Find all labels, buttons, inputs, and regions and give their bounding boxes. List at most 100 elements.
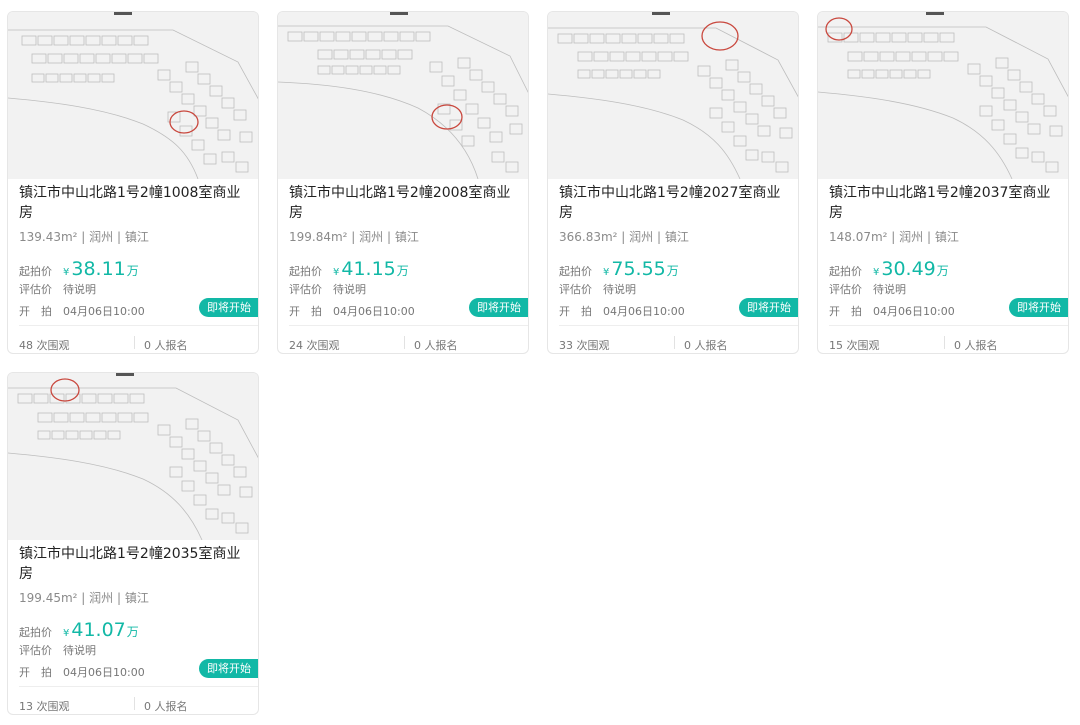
divider	[19, 325, 258, 326]
divider	[559, 325, 798, 326]
appraisal-value: 待说明	[333, 283, 366, 296]
listing-meta: 199.84m² | 润州 | 镇江	[289, 230, 419, 244]
auction-time-row: 开 拍 04月06日10:00	[829, 303, 955, 319]
status-badge[interactable]: 即将开始	[469, 298, 528, 317]
starting-price-value: 38.11	[71, 258, 126, 280]
listing-meta: 366.83m² | 润州 | 镇江	[559, 230, 689, 244]
signup-count: 0 人报名	[144, 339, 188, 352]
price-unit: 万	[126, 625, 139, 639]
starting-price-row: 起拍价 ¥30.49万	[829, 258, 949, 280]
appraisal-label: 评估价	[559, 283, 592, 296]
listing-title[interactable]: 镇江市中山北路1号2幢2027室商业房	[559, 183, 791, 223]
appraisal-value: 待说明	[873, 283, 906, 296]
listing-card[interactable]: 镇江市中山北路1号2幢2027室商业房 366.83m² | 润州 | 镇江 起…	[547, 11, 799, 354]
currency-symbol: ¥	[873, 267, 880, 278]
auction-time-row: 开 拍 04月06日10:00	[19, 303, 145, 319]
listing-card[interactable]: 镇江市中山北路1号2幢1008室商业房 139.43m² | 润州 | 镇江 起…	[7, 11, 259, 354]
currency-symbol: ¥	[63, 628, 70, 639]
floor-plan-image[interactable]	[818, 12, 1068, 179]
view-count: 24 次围观	[289, 339, 340, 352]
status-badge[interactable]: 即将开始	[199, 298, 258, 317]
starting-price-value: 75.55	[611, 258, 666, 280]
view-count: 15 次围观	[829, 339, 880, 352]
starting-price-row: 起拍价 ¥41.07万	[19, 619, 139, 641]
appraisal-row: 评估价 待说明	[829, 281, 906, 297]
card-footer: 24 次围观 0 人报名	[289, 333, 528, 353]
signup-count: 0 人报名	[954, 339, 998, 352]
starting-price-label: 起拍价	[559, 265, 592, 278]
appraisal-label: 评估价	[19, 644, 52, 657]
appraisal-value: 待说明	[63, 644, 96, 657]
auction-time-label: 开 拍	[19, 305, 52, 318]
card-footer: 48 次围观 0 人报名	[19, 333, 258, 353]
footer-separator	[134, 697, 135, 710]
footer-separator	[944, 336, 945, 349]
listing-card[interactable]: 镇江市中山北路1号2幢2008室商业房 199.84m² | 润州 | 镇江 起…	[277, 11, 529, 354]
floor-plan-image[interactable]	[8, 373, 258, 540]
auction-time-value: 04月06日10:00	[333, 305, 415, 318]
starting-price-label: 起拍价	[829, 265, 862, 278]
auction-time-value: 04月06日10:00	[603, 305, 685, 318]
auction-time-label: 开 拍	[559, 305, 592, 318]
floor-plan-drawing	[818, 12, 1068, 179]
floor-plan-image[interactable]	[278, 12, 528, 179]
appraisal-label: 评估价	[19, 283, 52, 296]
appraisal-row: 评估价 待说明	[19, 281, 96, 297]
listing-title[interactable]: 镇江市中山北路1号2幢2037室商业房	[829, 183, 1061, 223]
currency-symbol: ¥	[63, 267, 70, 278]
starting-price-label: 起拍价	[19, 265, 52, 278]
divider	[829, 325, 1068, 326]
signup-count: 0 人报名	[414, 339, 458, 352]
footer-separator	[674, 336, 675, 349]
auction-time-label: 开 拍	[19, 666, 52, 679]
listing-card[interactable]: 镇江市中山北路1号2幢2035室商业房 199.45m² | 润州 | 镇江 起…	[7, 372, 259, 715]
appraisal-value: 待说明	[603, 283, 636, 296]
starting-price-value: 41.07	[71, 619, 126, 641]
listing-meta: 139.43m² | 润州 | 镇江	[19, 230, 149, 244]
signup-count: 0 人报名	[144, 700, 188, 713]
auction-time-row: 开 拍 04月06日10:00	[289, 303, 415, 319]
appraisal-label: 评估价	[829, 283, 862, 296]
starting-price-label: 起拍价	[289, 265, 322, 278]
status-badge[interactable]: 即将开始	[739, 298, 798, 317]
currency-symbol: ¥	[603, 267, 610, 278]
listing-title[interactable]: 镇江市中山北路1号2幢1008室商业房	[19, 183, 251, 223]
status-badge[interactable]: 即将开始	[199, 659, 258, 678]
card-footer: 33 次围观 0 人报名	[559, 333, 798, 353]
floor-plan-drawing	[548, 12, 798, 179]
floor-plan-image[interactable]	[8, 12, 258, 179]
starting-price-label: 起拍价	[19, 626, 52, 639]
starting-price-row: 起拍价 ¥38.11万	[19, 258, 139, 280]
status-badge[interactable]: 即将开始	[1009, 298, 1068, 317]
view-count: 48 次围观	[19, 339, 70, 352]
currency-symbol: ¥	[333, 267, 340, 278]
divider	[19, 686, 258, 687]
appraisal-row: 评估价 待说明	[559, 281, 636, 297]
footer-separator	[134, 336, 135, 349]
view-count: 33 次围观	[559, 339, 610, 352]
listing-card[interactable]: 镇江市中山北路1号2幢2037室商业房 148.07m² | 润州 | 镇江 起…	[817, 11, 1069, 354]
appraisal-row: 评估价 待说明	[19, 642, 96, 658]
listing-meta: 199.45m² | 润州 | 镇江	[19, 591, 149, 605]
appraisal-label: 评估价	[289, 283, 322, 296]
view-count: 13 次围观	[19, 700, 70, 713]
auction-time-label: 开 拍	[289, 305, 322, 318]
auction-time-value: 04月06日10:00	[63, 305, 145, 318]
divider	[289, 325, 528, 326]
price-unit: 万	[666, 264, 679, 278]
listing-title[interactable]: 镇江市中山北路1号2幢2035室商业房	[19, 544, 251, 584]
card-footer: 13 次围观 0 人报名	[19, 694, 258, 714]
auction-time-value: 04月06日10:00	[873, 305, 955, 318]
floor-plan-drawing	[8, 12, 258, 179]
footer-separator	[404, 336, 405, 349]
listing-meta: 148.07m² | 润州 | 镇江	[829, 230, 959, 244]
auction-time-row: 开 拍 04月06日10:00	[559, 303, 685, 319]
starting-price-value: 41.15	[341, 258, 396, 280]
floor-plan-drawing	[278, 12, 528, 179]
appraisal-value: 待说明	[63, 283, 96, 296]
signup-count: 0 人报名	[684, 339, 728, 352]
listing-title[interactable]: 镇江市中山北路1号2幢2008室商业房	[289, 183, 521, 223]
appraisal-row: 评估价 待说明	[289, 281, 366, 297]
starting-price-row: 起拍价 ¥41.15万	[289, 258, 409, 280]
floor-plan-image[interactable]	[548, 12, 798, 179]
